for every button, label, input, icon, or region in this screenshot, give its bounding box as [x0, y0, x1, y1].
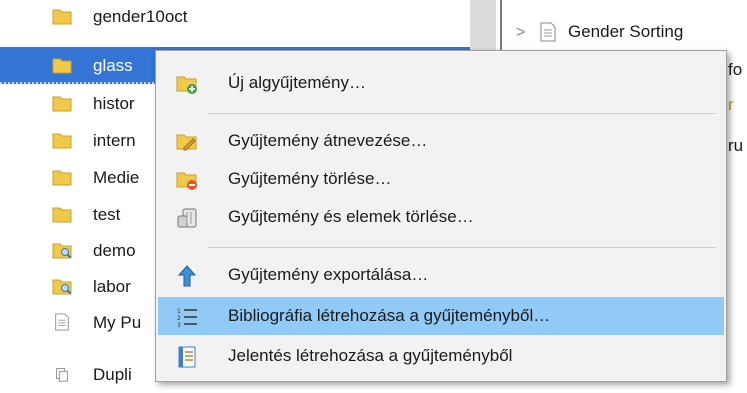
item-text-fragment: ru — [728, 136, 744, 155]
export-arrow-icon — [177, 265, 197, 287]
folder-icon — [52, 170, 72, 186]
menu-item-delete-collection-and-items[interactable]: Gyűjtemény és elemek törlése… — [158, 198, 724, 236]
folder-icon — [52, 207, 72, 223]
chevron-right-icon[interactable]: > — [516, 24, 525, 42]
menu-item-label: Új algyűjtemény… — [228, 73, 366, 92]
rename-collection-icon — [176, 134, 197, 151]
menu-separator — [208, 247, 716, 248]
tree-item-label: labor — [93, 277, 131, 296]
menu-item-label: Gyűjtemény és elemek törlése… — [228, 207, 474, 226]
tree-item-label: demo — [93, 241, 136, 260]
svg-text:2: 2 — [177, 315, 181, 322]
item-text-fragment: r — [728, 95, 734, 114]
menu-item-label: Gyűjtemény átnevezése… — [228, 131, 428, 150]
menu-item-rename-collection[interactable]: Gyűjtemény átnevezése… — [158, 122, 724, 160]
tree-item-label: My Pu — [93, 313, 142, 332]
document-icon — [55, 313, 69, 331]
delete-collection-icon — [176, 172, 197, 190]
tree-item-label: intern — [93, 131, 136, 150]
item-title: Gender Sorting — [568, 22, 684, 41]
numbered-list-icon: 123 — [177, 308, 197, 328]
tree-item-gender10oct[interactable]: gender10oct — [0, 0, 470, 34]
item-text-fragment: fo — [728, 60, 743, 79]
new-subcollection-icon — [176, 76, 197, 94]
menu-item-label: Jelentés létrehozása a gyűjteményből — [228, 346, 513, 365]
menu-item-label: Bibliográfia létrehozása a gyűjteményből… — [228, 306, 551, 325]
tree-item-label: gender10oct — [93, 7, 188, 26]
menu-item-label: Gyűjtemény törlése… — [228, 169, 392, 188]
tree-item-label: glass — [93, 56, 133, 75]
menu-item-new-subcollection[interactable]: Új algyűjtemény… — [158, 64, 724, 102]
folder-icon — [52, 133, 72, 149]
menu-item-label: Gyűjtemény exportálása… — [228, 265, 429, 284]
svg-text:1: 1 — [177, 308, 181, 315]
tree-item-label: Medie — [93, 168, 140, 187]
svg-text:3: 3 — [177, 322, 181, 328]
collection-context-menu: Új algyűjtemény… Gyűjtemény átnevezése… … — [155, 50, 727, 382]
menu-item-delete-collection[interactable]: Gyűjtemény törlése… — [158, 160, 724, 198]
saved-search-icon — [52, 243, 72, 259]
report-icon — [178, 346, 196, 368]
menu-item-create-bibliography[interactable]: 123 Bibliográfia létrehozása a gyűjtemén… — [158, 297, 724, 335]
folder-icon — [52, 58, 72, 74]
menu-separator — [208, 113, 716, 114]
trash-can-icon — [177, 208, 197, 228]
menu-item-export-collection[interactable]: Gyűjtemény exportálása… — [158, 256, 724, 294]
item-row-gender-sorting[interactable]: > Gender Sorting — [508, 14, 747, 44]
folder-icon — [52, 9, 72, 25]
folder-icon — [52, 96, 72, 112]
tree-item-label: Dupli — [93, 365, 132, 384]
saved-search-icon — [52, 279, 72, 295]
tree-item-label: test — [93, 205, 121, 224]
tree-item-label: histor — [93, 94, 135, 113]
document-icon — [540, 22, 556, 42]
duplicates-icon — [56, 368, 68, 382]
menu-item-create-report[interactable]: Jelentés létrehozása a gyűjteményből — [158, 337, 724, 375]
